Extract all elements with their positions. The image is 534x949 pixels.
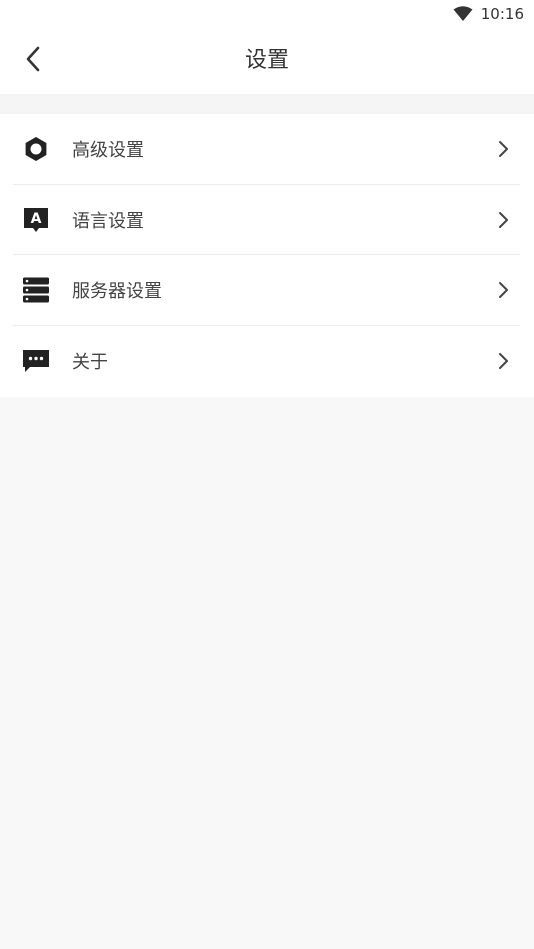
gear-icon <box>22 135 50 163</box>
svg-text:A: A <box>31 211 42 227</box>
menu-item-label: 关于 <box>72 351 108 373</box>
server-icon <box>22 276 50 304</box>
settings-list: 高级设置 A 语言设置 服务器设置 关于 <box>0 114 534 397</box>
menu-item-advanced-settings[interactable]: 高级设置 <box>0 114 534 185</box>
language-icon: A <box>22 206 50 234</box>
chevron-right-icon <box>499 282 508 299</box>
section-gap <box>0 94 534 114</box>
status-time: 10:16 <box>480 5 524 23</box>
menu-item-about[interactable]: 关于 <box>0 326 534 397</box>
page-title: 设置 <box>244 48 289 73</box>
wifi-icon <box>453 6 473 21</box>
menu-item-label: 语言设置 <box>72 210 144 232</box>
menu-item-language-settings[interactable]: A 语言设置 <box>0 185 534 255</box>
nav-bar: 设置 <box>0 28 534 94</box>
menu-item-label: 高级设置 <box>72 140 144 162</box>
chevron-right-icon <box>499 352 508 369</box>
menu-item-server-settings[interactable]: 服务器设置 <box>0 255 534 326</box>
menu-item-label: 服务器设置 <box>72 281 162 303</box>
chevron-right-icon <box>499 141 508 158</box>
status-bar: 10:16 <box>0 0 534 28</box>
chevron-right-icon <box>499 211 508 228</box>
message-dots-icon <box>22 347 50 375</box>
